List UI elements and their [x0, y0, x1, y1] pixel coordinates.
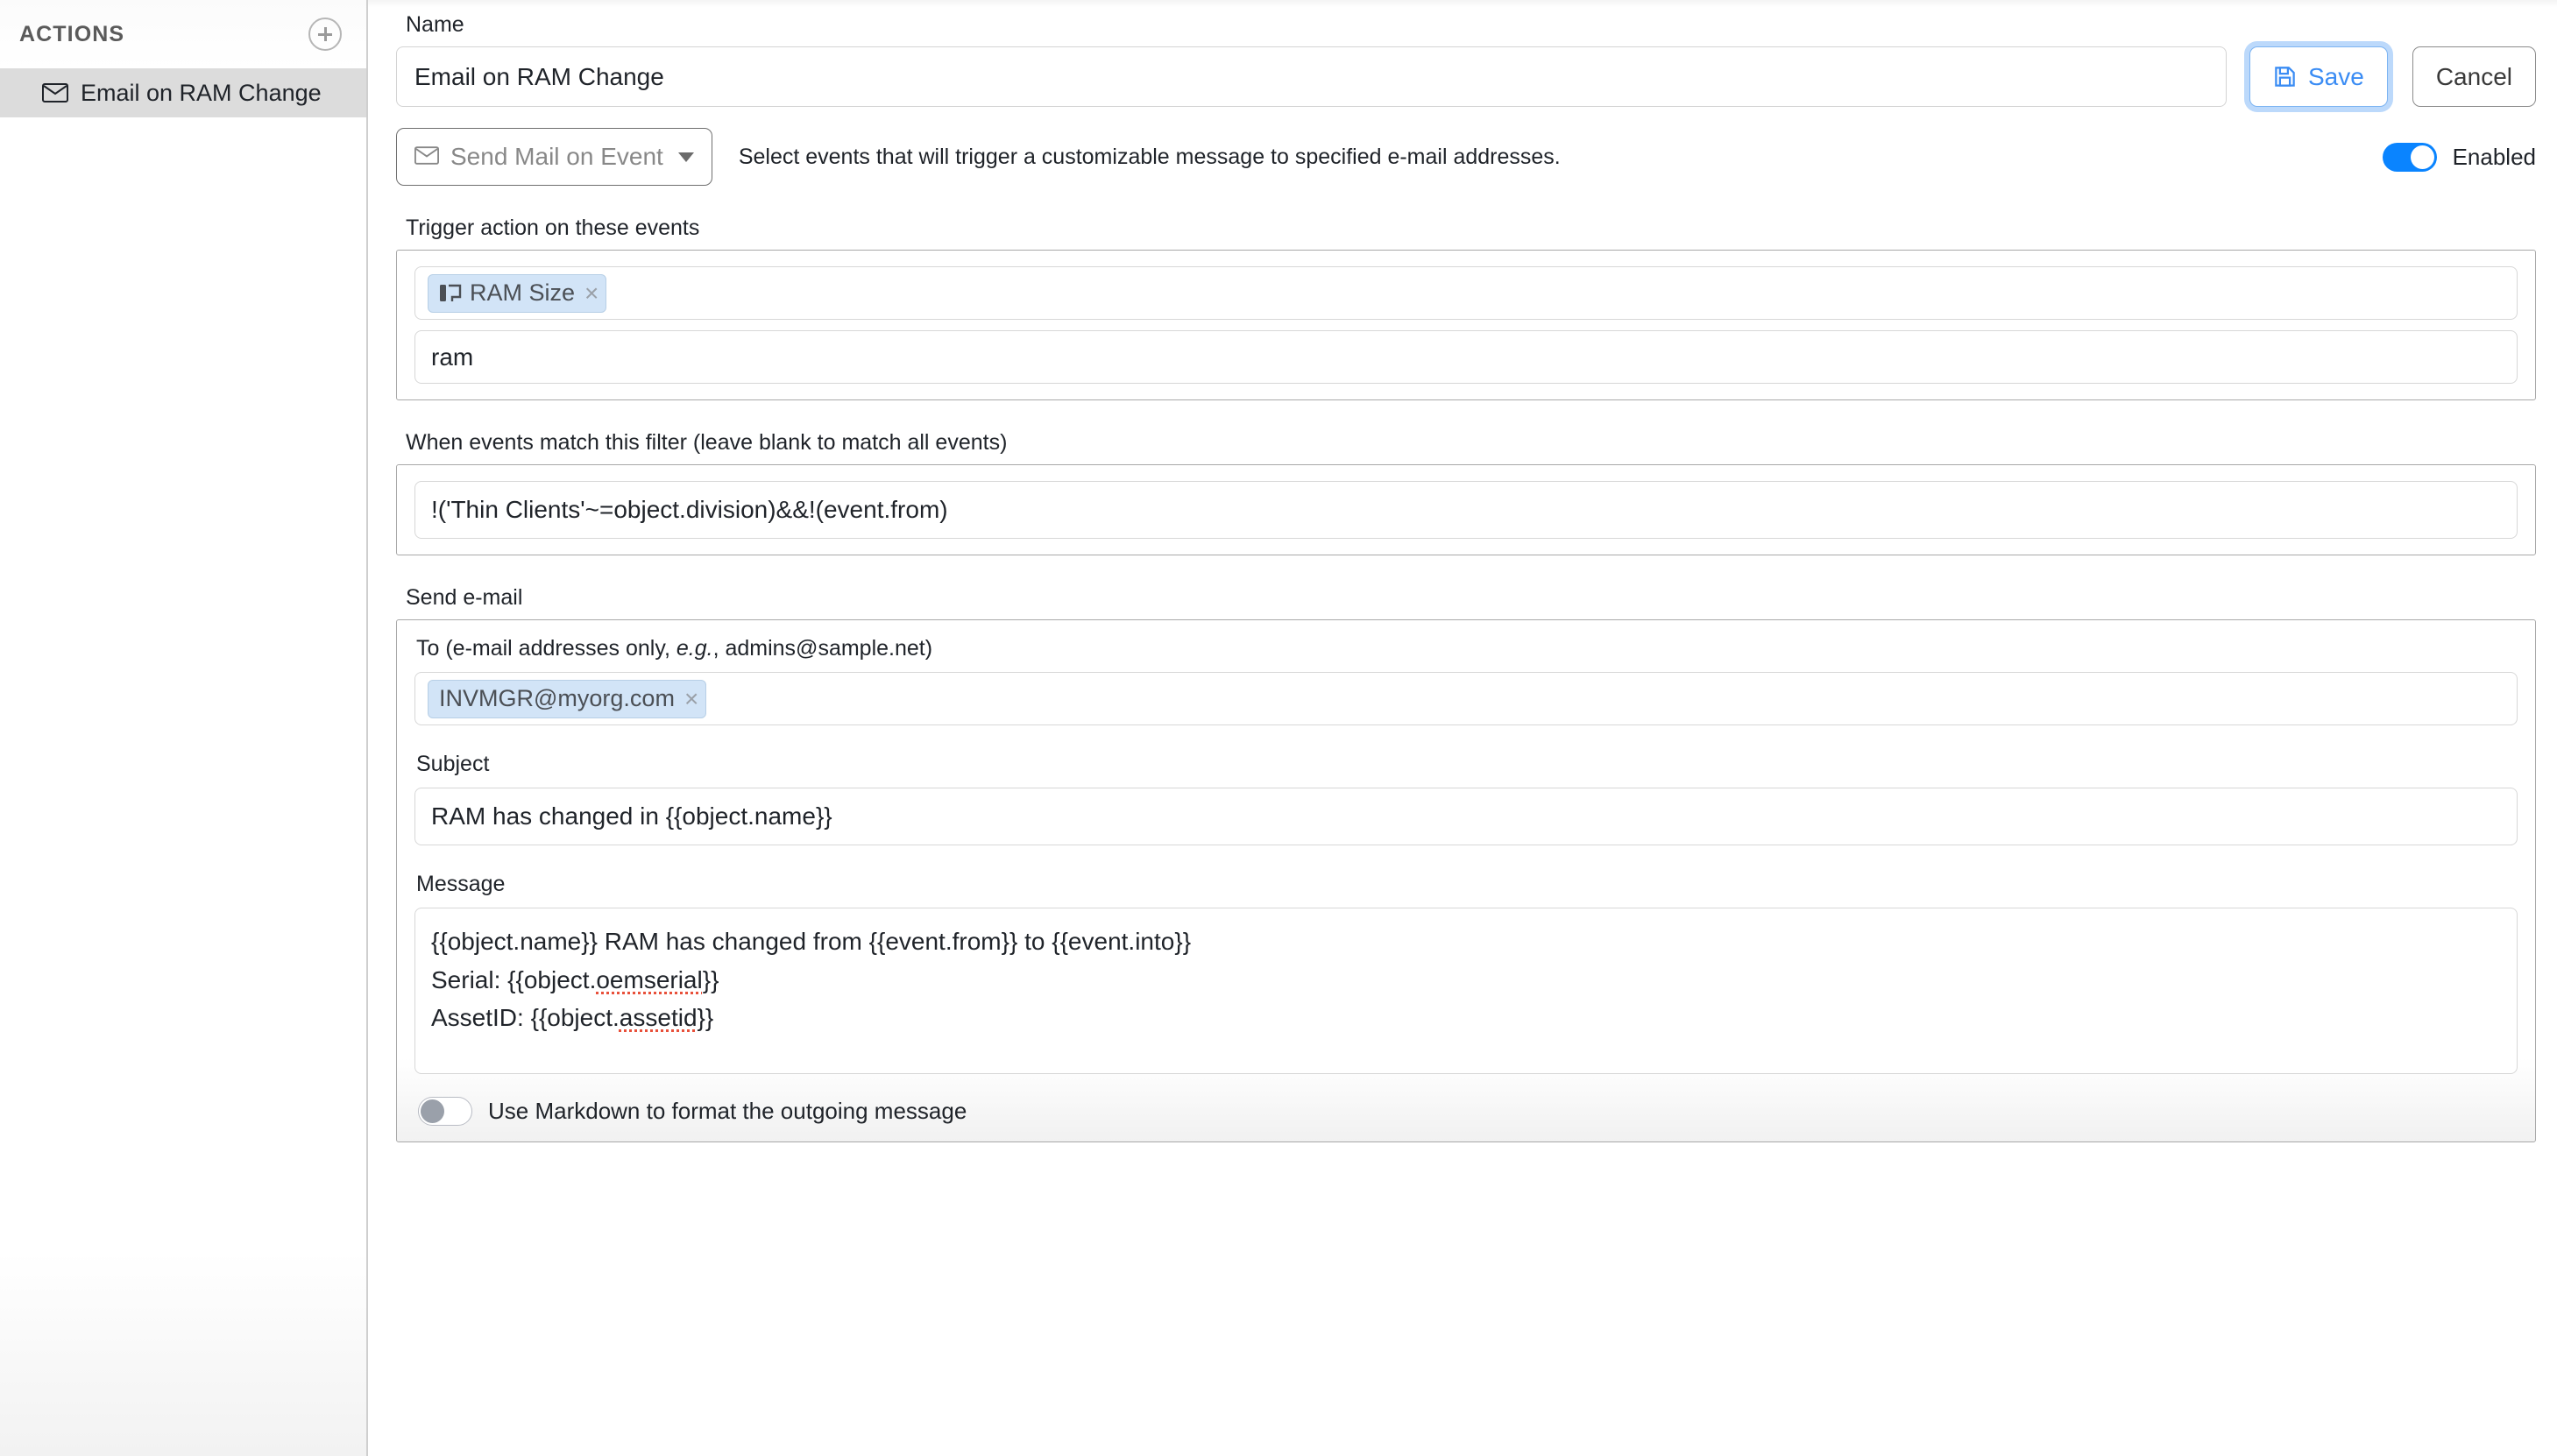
action-type-select[interactable]: Send Mail on Event [396, 128, 712, 186]
action-type-value: Send Mail on Event [450, 143, 663, 171]
action-type-row: Send Mail on Event Select events that wi… [396, 128, 2536, 186]
save-button[interactable]: Save [2249, 46, 2388, 107]
cancel-button-label: Cancel [2436, 63, 2512, 91]
filter-label: When events match this filter (leave bla… [406, 430, 2536, 456]
top-fade [368, 0, 2557, 7]
sidebar-header: ACTIONS [0, 0, 366, 68]
action-type-description: Select events that will trigger a custom… [739, 145, 1561, 170]
chevron-down-icon [678, 152, 694, 162]
message-label: Message [416, 872, 2518, 897]
remove-chip-icon[interactable]: × [584, 281, 599, 306]
sidebar-title: ACTIONS [19, 22, 124, 47]
sidebar-item-email-on-ram-change[interactable]: Email on RAM Change [0, 68, 366, 117]
event-chip-input[interactable]: RAM Size × [414, 266, 2518, 320]
subject-input[interactable]: RAM has changed in {{object.name}} [414, 788, 2518, 845]
remove-chip-icon[interactable]: × [684, 687, 698, 711]
send-email-label: Send e-mail [406, 585, 2536, 611]
send-email-panel: To (e-mail addresses only, e.g., admins@… [396, 619, 2536, 1142]
main-content: Name Email on RAM Change Save Cancel [368, 0, 2557, 1456]
trigger-events-label: Trigger action on these events [406, 216, 2536, 241]
markdown-toggle[interactable] [418, 1097, 472, 1126]
markdown-label: Use Markdown to format the outgoing mess… [488, 1098, 967, 1125]
subject-label: Subject [416, 752, 2518, 777]
to-chip-invmgr[interactable]: INVMGR@myorg.com × [428, 680, 706, 718]
event-chip-ram-size[interactable]: RAM Size × [428, 274, 606, 313]
mail-icon [42, 83, 68, 102]
mail-icon [414, 143, 439, 171]
filter-input[interactable]: !('Thin Clients'~=object.division)&&!(ev… [414, 481, 2518, 539]
app-root: ACTIONS Email on RAM Change Name Email o… [0, 0, 2557, 1456]
to-chip-input[interactable]: INVMGR@myorg.com × [414, 672, 2518, 725]
sidebar: ACTIONS Email on RAM Change [0, 0, 368, 1456]
filter-panel: !('Thin Clients'~=object.division)&&!(ev… [396, 464, 2536, 555]
save-disk-icon [2273, 65, 2297, 88]
to-chip-label: INVMGR@myorg.com [439, 685, 675, 712]
markdown-row: Use Markdown to format the outgoing mess… [414, 1097, 2518, 1126]
event-search-input[interactable]: ram [414, 330, 2518, 384]
message-textarea[interactable]: {{object.name}} RAM has changed from {{e… [414, 908, 2518, 1074]
enabled-toggle[interactable] [2383, 143, 2437, 172]
sidebar-item-label: Email on RAM Change [81, 80, 322, 107]
add-action-button[interactable] [308, 18, 342, 51]
trigger-events-panel: RAM Size × ram [396, 250, 2536, 400]
event-chip-label: RAM Size [470, 279, 575, 307]
to-label: To (e-mail addresses only, e.g., admins@… [416, 636, 2518, 661]
name-label: Name [406, 12, 2536, 38]
enabled-label: Enabled [2453, 144, 2536, 171]
name-input[interactable]: Email on RAM Change [396, 46, 2227, 107]
cancel-button[interactable]: Cancel [2412, 46, 2536, 107]
name-row: Email on RAM Change Save Cancel [396, 46, 2536, 107]
save-button-label: Save [2308, 63, 2364, 91]
message-line-1: {{object.name}} RAM has changed from {{e… [431, 928, 1191, 955]
enabled-toggle-wrap: Enabled [2383, 143, 2536, 172]
memory-icon [439, 283, 462, 304]
